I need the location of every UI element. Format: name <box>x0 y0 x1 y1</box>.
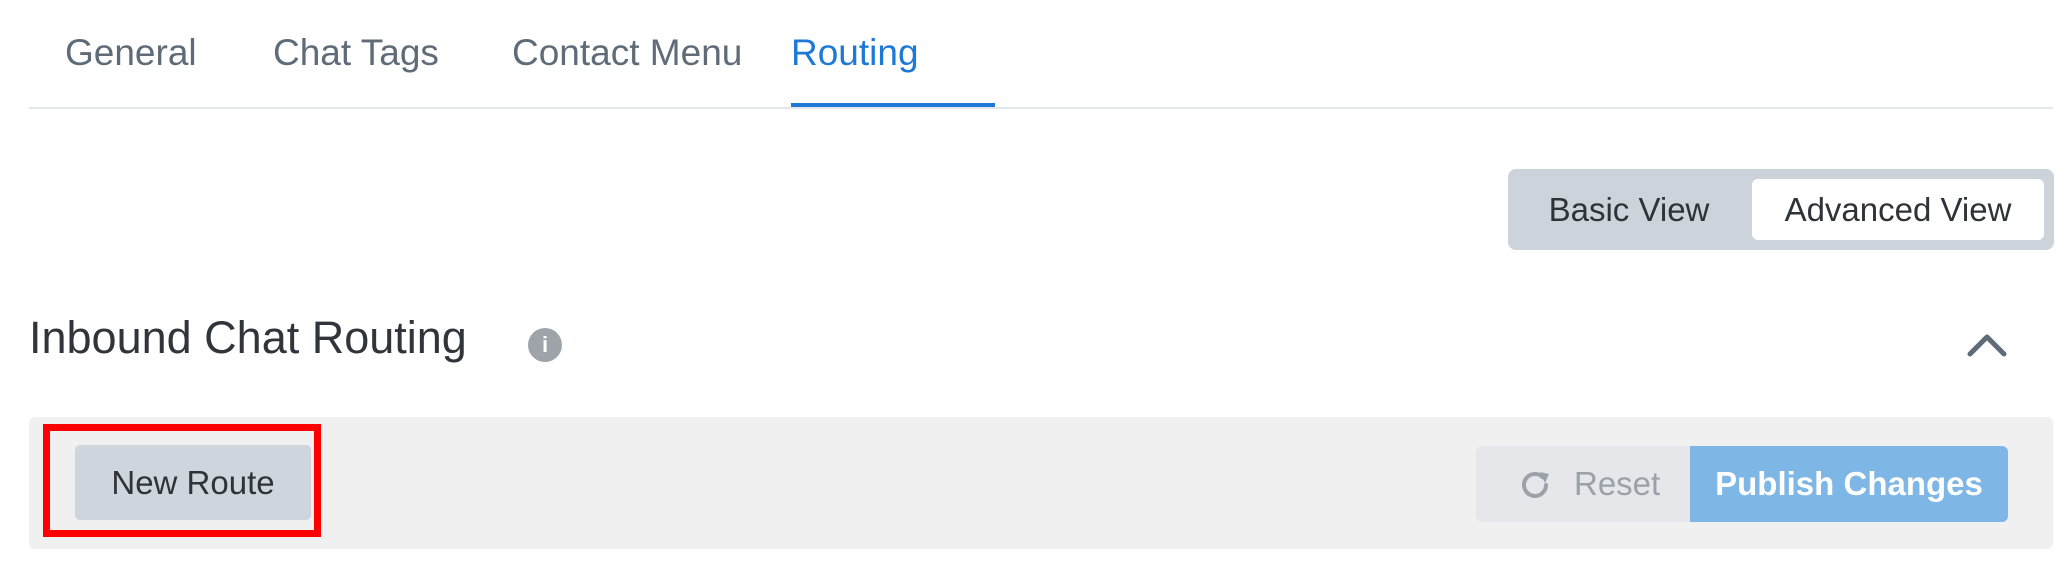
tab-contact-menu[interactable]: Contact Menu <box>512 32 742 107</box>
refresh-icon <box>1522 471 1549 498</box>
active-tab-indicator <box>791 103 995 107</box>
reset-button[interactable]: Reset <box>1476 446 1690 522</box>
section-title: Inbound Chat Routing <box>29 312 467 363</box>
tab-general[interactable]: General <box>65 32 197 107</box>
routing-settings-page: General Chat Tags Contact Menu Routing B… <box>0 0 2068 567</box>
tab-routing[interactable]: Routing <box>791 32 919 107</box>
publish-changes-button[interactable]: Publish Changes <box>1690 446 2008 522</box>
basic-view-button[interactable]: Basic View <box>1508 169 1750 250</box>
reset-label: Reset <box>1574 465 1661 502</box>
tab-chat-tags[interactable]: Chat Tags <box>273 32 439 107</box>
new-route-button[interactable]: New Route <box>75 445 311 520</box>
settings-tabs: General Chat Tags Contact Menu Routing <box>29 0 2053 109</box>
view-toggle: Basic View Advanced View <box>1508 169 2054 250</box>
info-icon[interactable]: i <box>528 328 562 362</box>
advanced-view-button[interactable]: Advanced View <box>1752 179 2044 240</box>
chevron-up-icon[interactable] <box>1966 330 2008 358</box>
